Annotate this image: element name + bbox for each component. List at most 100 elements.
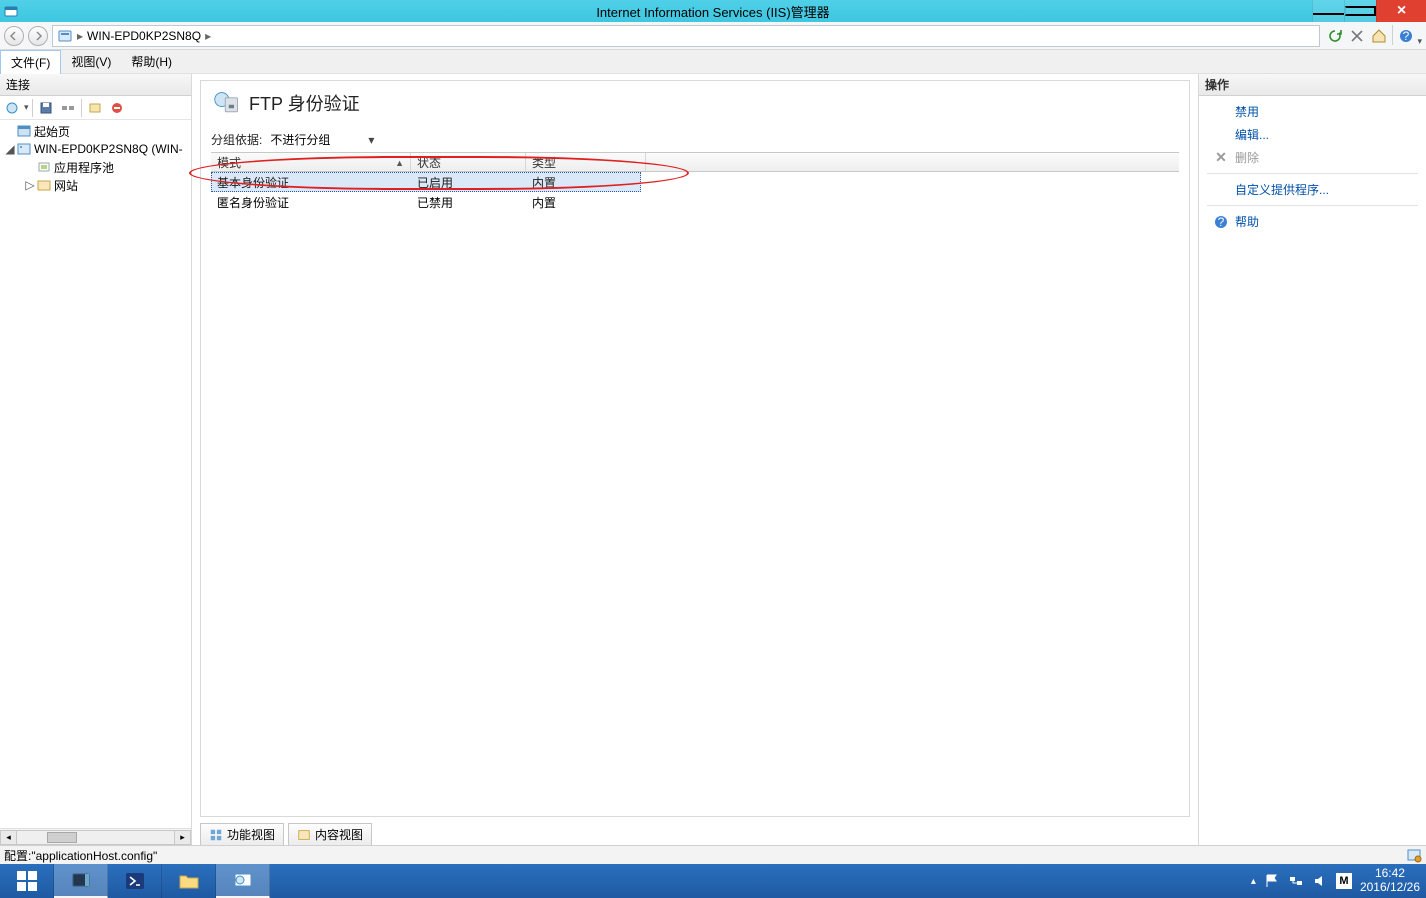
connections-tree[interactable]: 起始页 ◢ WIN-EPD0KP2SN8Q (WIN- 应用程序池 ▷ 网站 xyxy=(0,120,191,828)
main-panel: FTP 身份验证 分组依据: 不进行分组 ▾ 模式▲ 状态 类型 基本身份验证 … xyxy=(192,74,1198,845)
action-edit[interactable]: 编辑... xyxy=(1199,123,1426,146)
tray-network-icon[interactable] xyxy=(1288,873,1304,889)
collapse-icon[interactable]: ◢ xyxy=(4,142,16,156)
tray-flag-icon[interactable] xyxy=(1264,873,1280,889)
app-pool-icon xyxy=(36,159,52,175)
server-icon xyxy=(16,141,32,157)
connections-header: 连接 xyxy=(0,74,191,96)
tray-volume-icon[interactable] xyxy=(1312,873,1328,889)
system-tray: ▴ M 16:42 2016/12/26 xyxy=(1245,864,1426,898)
scroll-right-button[interactable]: ▸ xyxy=(174,830,191,845)
tray-arrow-icon[interactable]: ▴ xyxy=(1251,876,1256,887)
home-button[interactable] xyxy=(1368,25,1390,47)
tree-server[interactable]: ◢ WIN-EPD0KP2SN8Q (WIN- xyxy=(0,140,191,158)
task-server-manager[interactable] xyxy=(54,864,108,898)
start-button[interactable] xyxy=(0,864,54,898)
sort-asc-icon: ▲ xyxy=(395,158,404,168)
tree-start-page-label: 起始页 xyxy=(34,123,70,140)
cell-state: 已启用 xyxy=(411,172,526,193)
page-heading: FTP 身份验证 xyxy=(249,90,360,116)
connections-toolbar: ▾ xyxy=(0,96,191,120)
delete-icon[interactable] xyxy=(107,98,127,118)
dropdown-arrow-icon[interactable]: ▾ xyxy=(368,133,374,147)
column-mode[interactable]: 模式▲ xyxy=(211,153,411,171)
server-icon xyxy=(57,28,73,44)
auth-row-anonymous[interactable]: 匿名身份验证 已禁用 内置 xyxy=(211,192,1179,212)
up-icon[interactable] xyxy=(85,98,105,118)
group-by-value[interactable]: 不进行分组 xyxy=(270,131,330,148)
breadcrumb[interactable]: ▸ WIN-EPD0KP2SN8Q ▸ xyxy=(52,25,1320,47)
chevron-right-icon: ▸ xyxy=(77,29,83,43)
disconnect-icon[interactable] xyxy=(58,98,78,118)
status-config: 配置:"applicationHost.config" xyxy=(4,847,157,864)
save-icon[interactable] xyxy=(36,98,56,118)
connections-hscroll[interactable]: ◂ ▸ xyxy=(0,828,191,845)
view-switcher: 功能视图 内容视图 xyxy=(200,821,1190,845)
help-icon: ? xyxy=(1213,214,1229,230)
breadcrumb-server[interactable]: WIN-EPD0KP2SN8Q xyxy=(87,29,201,43)
tree-sites-label: 网站 xyxy=(54,177,78,194)
refresh-button[interactable] xyxy=(1324,25,1346,47)
tree-app-pools-label: 应用程序池 xyxy=(54,159,114,176)
menu-view[interactable]: 视图(V) xyxy=(61,50,121,74)
tree-server-label: WIN-EPD0KP2SN8Q (WIN- xyxy=(34,142,183,156)
content-view-icon xyxy=(297,828,311,842)
server-manager-icon xyxy=(70,869,92,891)
cell-mode: 基本身份验证 xyxy=(211,172,411,193)
window-title: Internet Information Services (IIS)管理器 xyxy=(596,2,829,21)
scroll-track[interactable] xyxy=(17,830,174,845)
action-custom-providers[interactable]: 自定义提供程序... xyxy=(1199,178,1426,201)
tray-ime-icon[interactable]: M xyxy=(1336,873,1352,889)
grid-body: 基本身份验证 已启用 内置 匿名身份验证 已禁用 内置 xyxy=(211,172,1179,212)
cell-state: 已禁用 xyxy=(411,192,526,213)
connections-panel: 连接 ▾ 起始页 ◢ WIN-EPD0KP2SN8Q (WIN- xyxy=(0,74,192,845)
tab-feature-view[interactable]: 功能视图 xyxy=(200,823,284,845)
task-iis-manager[interactable] xyxy=(216,864,270,898)
svg-text:?: ? xyxy=(1218,215,1225,229)
tree-app-pools[interactable]: 应用程序池 xyxy=(0,158,191,176)
cell-mode: 匿名身份验证 xyxy=(211,192,411,213)
help-button[interactable]: ? xyxy=(1395,25,1417,47)
column-state[interactable]: 状态 xyxy=(411,153,526,171)
stop-button[interactable] xyxy=(1346,25,1368,47)
tray-time: 16:42 xyxy=(1360,867,1420,881)
menu-help[interactable]: 帮助(H) xyxy=(121,50,182,74)
auth-row-basic[interactable]: 基本身份验证 已启用 内置 xyxy=(211,172,641,192)
tray-date: 2016/12/26 xyxy=(1360,881,1420,895)
cell-type: 内置 xyxy=(526,172,641,193)
column-type[interactable]: 类型 xyxy=(526,153,646,171)
tree-sites[interactable]: ▷ 网站 xyxy=(0,176,191,194)
action-help[interactable]: ? 帮助 xyxy=(1199,210,1426,233)
delete-x-icon: ✕ xyxy=(1213,150,1229,166)
group-by-row: 分组依据: 不进行分组 ▾ xyxy=(211,131,1179,148)
menu-bar: 文件(F) 视图(V) 帮助(H) xyxy=(0,50,1426,74)
group-by-label: 分组依据: xyxy=(211,131,262,148)
titlebar: Internet Information Services (IIS)管理器 × xyxy=(0,0,1426,22)
status-bar: 配置:"applicationHost.config" xyxy=(0,845,1426,864)
close-button[interactable]: × xyxy=(1376,0,1426,22)
tab-content-view[interactable]: 内容视图 xyxy=(288,823,372,845)
tray-clock[interactable]: 16:42 2016/12/26 xyxy=(1360,867,1420,895)
chevron-right-icon: ▸ xyxy=(205,29,211,43)
scroll-thumb[interactable] xyxy=(47,832,77,843)
windows-icon xyxy=(17,871,37,891)
action-disable[interactable]: 禁用 xyxy=(1199,100,1426,123)
connect-icon[interactable] xyxy=(2,98,22,118)
back-button[interactable] xyxy=(4,26,24,46)
home-page-icon xyxy=(16,123,32,139)
address-bar: ▸ WIN-EPD0KP2SN8Q ▸ ? ▾ xyxy=(0,22,1426,50)
task-explorer[interactable] xyxy=(162,864,216,898)
app-icon xyxy=(0,0,22,22)
scroll-left-button[interactable]: ◂ xyxy=(0,830,17,845)
action-delete: ✕ 删除 xyxy=(1199,146,1426,169)
feature-page: FTP 身份验证 分组依据: 不进行分组 ▾ 模式▲ 状态 类型 基本身份验证 … xyxy=(200,80,1190,817)
config-level-icon[interactable] xyxy=(1406,847,1422,863)
page-title: FTP 身份验证 xyxy=(213,89,1179,117)
expand-icon[interactable]: ▷ xyxy=(24,178,36,192)
forward-button[interactable] xyxy=(28,26,48,46)
menu-file[interactable]: 文件(F) xyxy=(0,50,61,74)
maximize-button[interactable] xyxy=(1344,0,1376,22)
minimize-button[interactable] xyxy=(1312,0,1344,22)
task-powershell[interactable] xyxy=(108,864,162,898)
tree-start-page[interactable]: 起始页 xyxy=(0,122,191,140)
